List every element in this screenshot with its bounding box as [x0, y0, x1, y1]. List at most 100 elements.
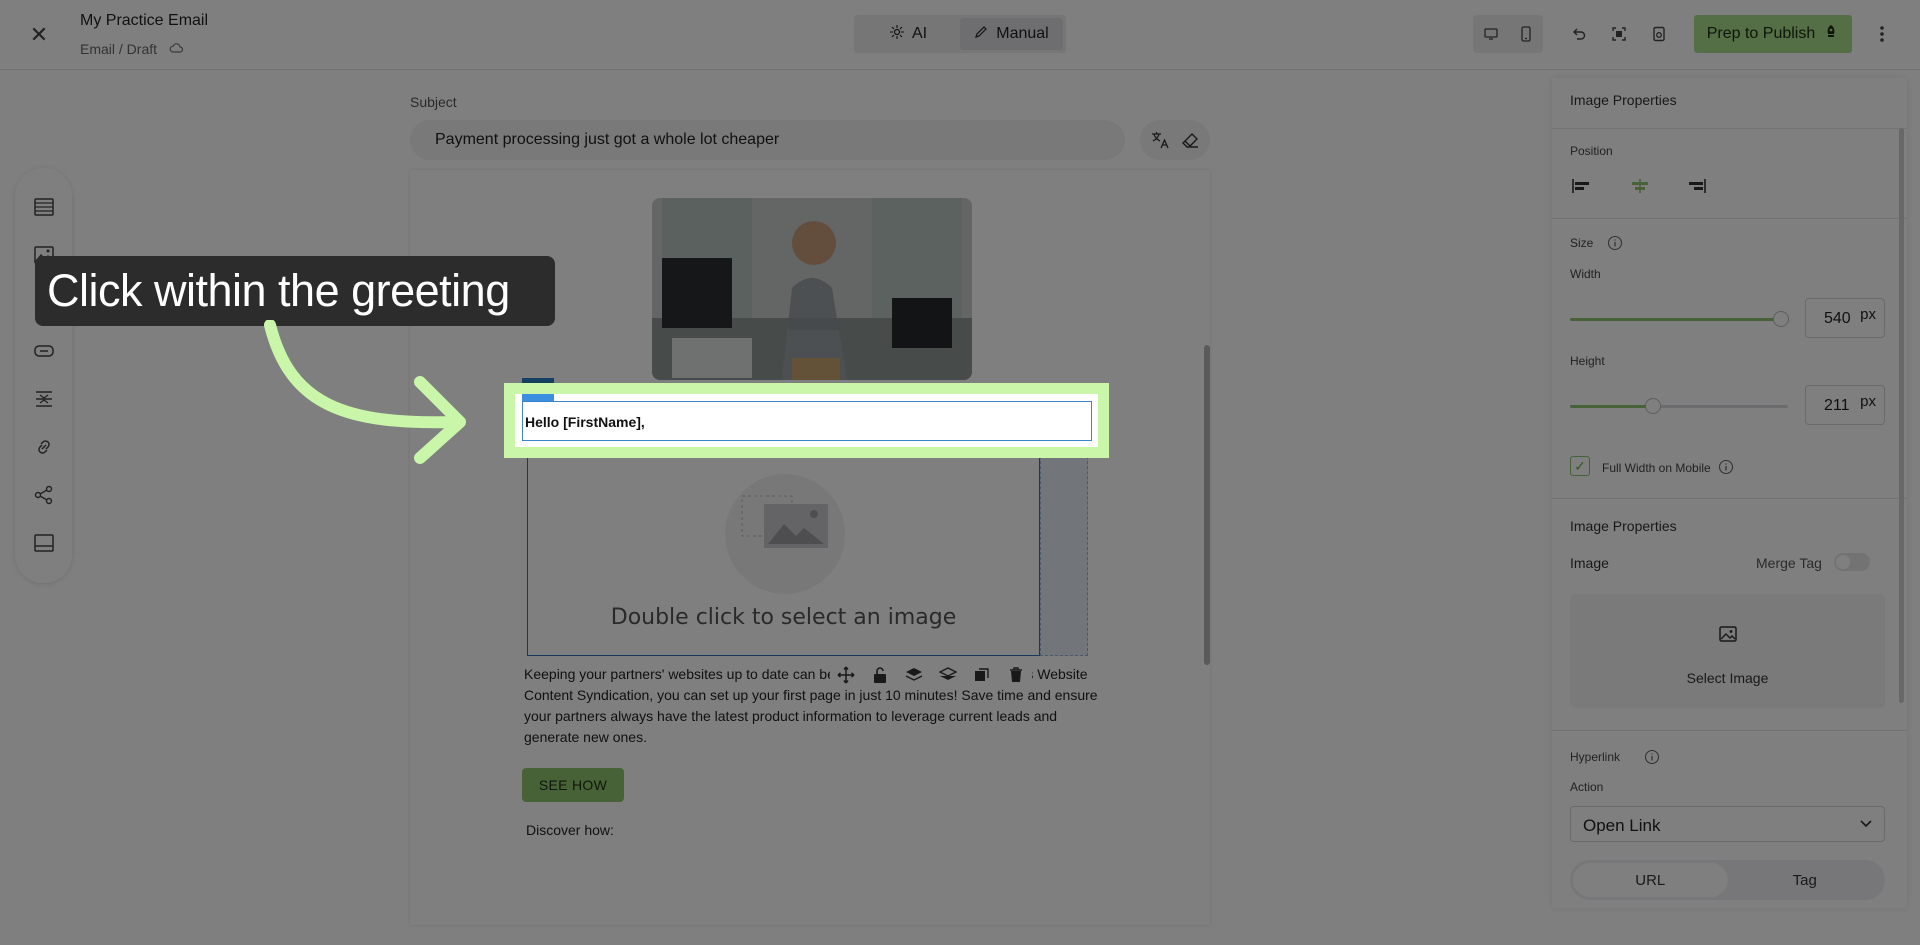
- social-block-icon[interactable]: [31, 482, 57, 508]
- properties-panel: Image Properties Position Size Width 540…: [1552, 78, 1907, 908]
- subject-label: Subject: [410, 94, 457, 110]
- align-center-icon[interactable]: [1626, 176, 1654, 196]
- link-block-icon[interactable]: [31, 434, 57, 460]
- top-bar: ✕ My Practice Email Email / Draft AI Man…: [0, 0, 1920, 70]
- width-slider[interactable]: [1570, 311, 1789, 327]
- device-toggle: [1473, 15, 1543, 53]
- info-icon[interactable]: [1644, 749, 1660, 770]
- mode-ai-label: AI: [911, 25, 928, 42]
- link-type-segmented: URL Tag: [1570, 860, 1885, 900]
- column-spacer: [1040, 446, 1088, 656]
- link-type-url-tab[interactable]: URL: [1573, 863, 1728, 897]
- merge-tag-toggle[interactable]: [1834, 553, 1870, 571]
- spotlight-ring: [504, 383, 1109, 458]
- divider: [1552, 730, 1907, 731]
- image-icon: [1718, 624, 1738, 649]
- image-label: Image: [1570, 555, 1609, 571]
- breadcrumb-text: Email / Draft: [80, 41, 158, 57]
- info-icon[interactable]: [1718, 459, 1734, 480]
- height-unit: px: [1860, 393, 1876, 410]
- layer-up-icon[interactable]: [902, 664, 926, 686]
- height-slider-fill: [1570, 405, 1653, 408]
- check-icon: ✓: [1574, 457, 1586, 474]
- block-toolbar: [830, 664, 1032, 686]
- full-width-mobile-checkbox[interactable]: ✓: [1570, 456, 1590, 476]
- translate-icon[interactable]: [1144, 124, 1176, 156]
- chevron-down-icon: [1858, 815, 1874, 836]
- link-type-tag-tab[interactable]: Tag: [1728, 863, 1883, 897]
- panel-title: Image Properties: [1570, 92, 1677, 108]
- width-label: Width: [1570, 267, 1601, 281]
- height-slider-thumb[interactable]: [1645, 398, 1661, 414]
- size-label: Size: [1570, 236, 1594, 250]
- divider: [1552, 128, 1907, 129]
- close-icon[interactable]: ✕: [26, 22, 52, 48]
- height-slider[interactable]: [1570, 398, 1788, 414]
- prep-to-publish-label: Prep to Publish: [1706, 25, 1816, 42]
- hyperlink-label: Hyperlink: [1570, 750, 1621, 764]
- desktop-icon[interactable]: [1479, 22, 1503, 46]
- layer-down-icon[interactable]: [936, 664, 960, 686]
- select-image-label: Select Image: [1686, 670, 1769, 686]
- discover-text[interactable]: Discover how:: [526, 822, 614, 838]
- footer-block-icon[interactable]: [31, 530, 57, 556]
- full-width-mobile-label: Full Width on Mobile: [1602, 461, 1711, 475]
- lock-icon[interactable]: [868, 664, 892, 686]
- canvas-scrollbar[interactable]: [1204, 345, 1210, 665]
- width-value: 540: [1824, 310, 1851, 327]
- tutorial-callout-text: Click within the greeting: [47, 265, 510, 316]
- panel-scrollbar[interactable]: [1899, 128, 1904, 703]
- mode-toggle: AI Manual: [854, 15, 1066, 53]
- more-options-icon[interactable]: [1870, 22, 1894, 46]
- eraser-icon[interactable]: [1174, 124, 1206, 156]
- preview-icon[interactable]: [1647, 22, 1671, 46]
- image-placeholder-label: Double click to select an image: [610, 605, 957, 630]
- divider: [1552, 218, 1907, 219]
- image-properties-title: Image Properties: [1570, 518, 1677, 534]
- mode-ai-button[interactable]: AI: [857, 18, 960, 50]
- select-image-dropzone[interactable]: Select Image: [1570, 594, 1885, 708]
- duplicate-icon[interactable]: [970, 664, 994, 686]
- action-select[interactable]: Open Link: [1570, 806, 1885, 842]
- delete-icon[interactable]: [1004, 664, 1028, 686]
- action-select-value: Open Link: [1583, 816, 1661, 835]
- rows-block-icon[interactable]: [31, 194, 57, 220]
- cloud-sync-icon: [169, 43, 183, 57]
- button-block-icon[interactable]: [31, 338, 57, 364]
- mobile-icon[interactable]: [1514, 22, 1538, 46]
- info-icon[interactable]: [1607, 235, 1623, 256]
- prep-to-publish-button[interactable]: Prep to Publish: [1694, 15, 1852, 53]
- divider-block-icon[interactable]: [31, 386, 57, 412]
- pencil-icon: [974, 25, 988, 44]
- subject-input[interactable]: Payment processing just got a whole lot …: [410, 120, 1125, 160]
- action-label: Action: [1570, 780, 1604, 794]
- mode-manual-label: Manual: [996, 25, 1049, 42]
- breadcrumb: Email / Draft: [80, 41, 183, 57]
- divider: [1552, 498, 1907, 499]
- width-input[interactable]: 540 px: [1805, 298, 1885, 338]
- mode-manual-button[interactable]: Manual: [960, 18, 1063, 50]
- tutorial-callout: Click within the greeting: [35, 256, 555, 326]
- rocket-icon: [1823, 24, 1839, 45]
- height-label: Height: [1570, 354, 1605, 368]
- see-how-button[interactable]: SEE HOW: [522, 768, 624, 802]
- align-left-icon[interactable]: [1568, 176, 1596, 196]
- move-icon[interactable]: [834, 664, 858, 686]
- block-tool-rail: [15, 168, 72, 583]
- width-slider-fill: [1570, 318, 1781, 321]
- height-value: 211: [1824, 397, 1850, 414]
- image-placeholder-icon: [740, 492, 830, 557]
- fullscreen-icon[interactable]: [1607, 22, 1631, 46]
- see-how-label: SEE HOW: [538, 777, 608, 793]
- merge-tag-label: Merge Tag: [1756, 555, 1822, 571]
- tutorial-arrow-icon: [264, 320, 466, 464]
- position-label: Position: [1570, 144, 1613, 158]
- width-slider-thumb[interactable]: [1773, 311, 1789, 327]
- width-unit: px: [1860, 306, 1876, 323]
- undo-icon[interactable]: [1567, 22, 1591, 46]
- sparkle-icon: [889, 24, 904, 44]
- email-title: My Practice Email: [80, 12, 209, 29]
- height-input[interactable]: 211 px: [1805, 385, 1885, 425]
- align-right-icon[interactable]: [1682, 176, 1710, 196]
- hero-image[interactable]: [652, 198, 972, 380]
